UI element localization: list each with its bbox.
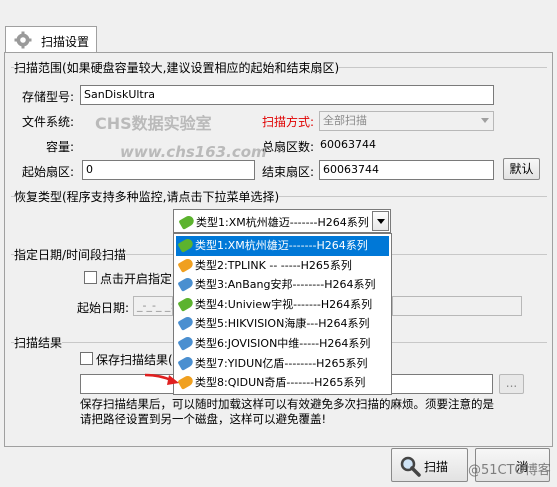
dropdown-option[interactable]: 类型1:XM杭州雄迈-------H264系列 xyxy=(176,236,389,256)
recovery-type-selected: 类型1:XM杭州雄迈-------H264系列 xyxy=(196,216,369,229)
model-label: 存储型号: xyxy=(22,90,75,104)
browse-button[interactable]: ... xyxy=(499,374,524,394)
tag-icon xyxy=(177,354,195,371)
dropdown-option-label: 类型1:XM杭州雄迈-------H264系列 xyxy=(195,239,368,252)
dropdown-button[interactable] xyxy=(372,211,389,231)
start-date-field[interactable]: _-_-_ _:_ xyxy=(133,296,173,316)
dropdown-option-label: 类型3:AnBang安邦--------H264系列 xyxy=(195,278,376,292)
recovery-type-select[interactable]: 类型1:XM杭州雄迈-------H264系列 xyxy=(173,209,391,233)
start-sector-label: 起始扇区: xyxy=(22,165,75,179)
tag-icon xyxy=(178,214,196,230)
dropdown-option[interactable]: 类型3:AnBang安邦--------H264系列 xyxy=(176,275,389,295)
total-sectors-label: 总扇区数: xyxy=(262,140,315,154)
dropdown-option[interactable]: 类型4:Uniview宇视-------H264系列 xyxy=(176,295,389,315)
total-sectors-value: 60063744 xyxy=(320,138,376,151)
dropdown-option-label: 类型5:HIKVISION海康---H264系列 xyxy=(195,317,370,331)
tag-icon xyxy=(177,237,195,253)
end-sector-field[interactable]: 60063744 xyxy=(319,160,494,180)
save-result-checkbox[interactable] xyxy=(80,352,93,365)
dropdown-option[interactable]: 类型2:TPLINK -- -----H265系列 xyxy=(176,256,389,276)
mode-value: 全部扫描 xyxy=(323,114,367,127)
fs-label: 文件系统: xyxy=(22,115,75,129)
scan-result-title: 扫描结果 xyxy=(14,334,63,351)
scan-button-label: 扫描 xyxy=(424,460,449,474)
tag-icon xyxy=(177,315,195,332)
dropdown-option[interactable]: 类型6:JOVISION中维-----H264系列 xyxy=(176,334,389,354)
recovery-type-dropdown: 类型1:XM杭州雄迈-------H264系列 类型2:TPLINK -- ---… xyxy=(173,233,392,395)
tag-icon xyxy=(177,295,195,312)
dropdown-option-label: 类型6:JOVISION中维-----H264系列 xyxy=(195,337,371,350)
enable-time-label: 点击开启指定日 xyxy=(100,272,185,286)
dropdown-option[interactable]: 类型7:YIDUN亿盾--------H265系列 xyxy=(176,354,389,374)
chevron-down-icon xyxy=(377,219,385,224)
watermark-text: CHS数据实验室 xyxy=(95,114,212,133)
dropdown-option-label: 类型2:TPLINK -- -----H265系列 xyxy=(195,258,352,272)
tab-label: 扫描设置 xyxy=(41,35,90,49)
arrow-annotation-icon xyxy=(144,373,179,385)
start-sector-field[interactable]: 0 xyxy=(82,160,255,180)
save-result-label: 保存扫描结果( xyxy=(96,353,173,367)
default-button[interactable]: 默认 xyxy=(503,158,540,180)
magnifier-icon xyxy=(400,456,421,477)
scan-range-title: 扫描范围(如果硬盘容量较大,建议设置相应的起始和结束扇区) xyxy=(14,59,340,76)
model-field[interactable]: SanDiskUltra xyxy=(80,85,494,105)
dropdown-option-label: 类型4:Uniview宇视-------H264系列 xyxy=(195,297,373,311)
enable-time-checkbox[interactable] xyxy=(84,271,97,284)
chevron-down-icon xyxy=(481,118,489,123)
dropdown-option[interactable]: 类型5:HIKVISION海康---H264系列 xyxy=(176,314,389,334)
start-date-label: 起始日期: xyxy=(77,301,130,315)
mode-label: 扫描方式: xyxy=(262,115,315,129)
capacity-label: 容量: xyxy=(46,140,75,154)
dropdown-option[interactable]: 类型8:QIDUN奇盾-------H265系列 xyxy=(176,373,389,393)
tag-icon xyxy=(177,256,195,273)
watermark-url: www.chs163.com xyxy=(120,143,267,161)
scan-settings-window: 扫描设置 扫描范围(如果硬盘容量较大,建议设置相应的起始和结束扇区) 存储型号:… xyxy=(0,0,557,487)
tag-icon xyxy=(177,335,195,351)
tag-icon xyxy=(177,276,195,293)
time-range-title: 指定日期/时间段扫描 xyxy=(14,246,127,263)
corner-watermark: @51CTO博客 xyxy=(468,463,551,478)
dropdown-option-label: 类型7:YIDUN亿盾--------H265系列 xyxy=(195,356,368,370)
gear-icon xyxy=(14,31,32,49)
tab-scan-settings[interactable]: 扫描设置 xyxy=(5,26,97,53)
mode-select[interactable]: 全部扫描 xyxy=(319,111,494,131)
recovery-type-title: 恢复类型(程序支持多种监控,请点击下拉菜单选择) xyxy=(14,188,280,205)
dropdown-option-label: 类型8:QIDUN奇盾-------H265系列 xyxy=(195,376,366,390)
end-sector-label: 结束扇区: xyxy=(262,165,315,179)
end-date-field[interactable] xyxy=(392,296,522,316)
save-hint: 保存扫描结果后，可以随时加载这样可以有效避免多次扫描的麻烦。须要注意的是请把路径… xyxy=(80,397,494,426)
scan-button[interactable]: 扫描 xyxy=(391,448,468,482)
